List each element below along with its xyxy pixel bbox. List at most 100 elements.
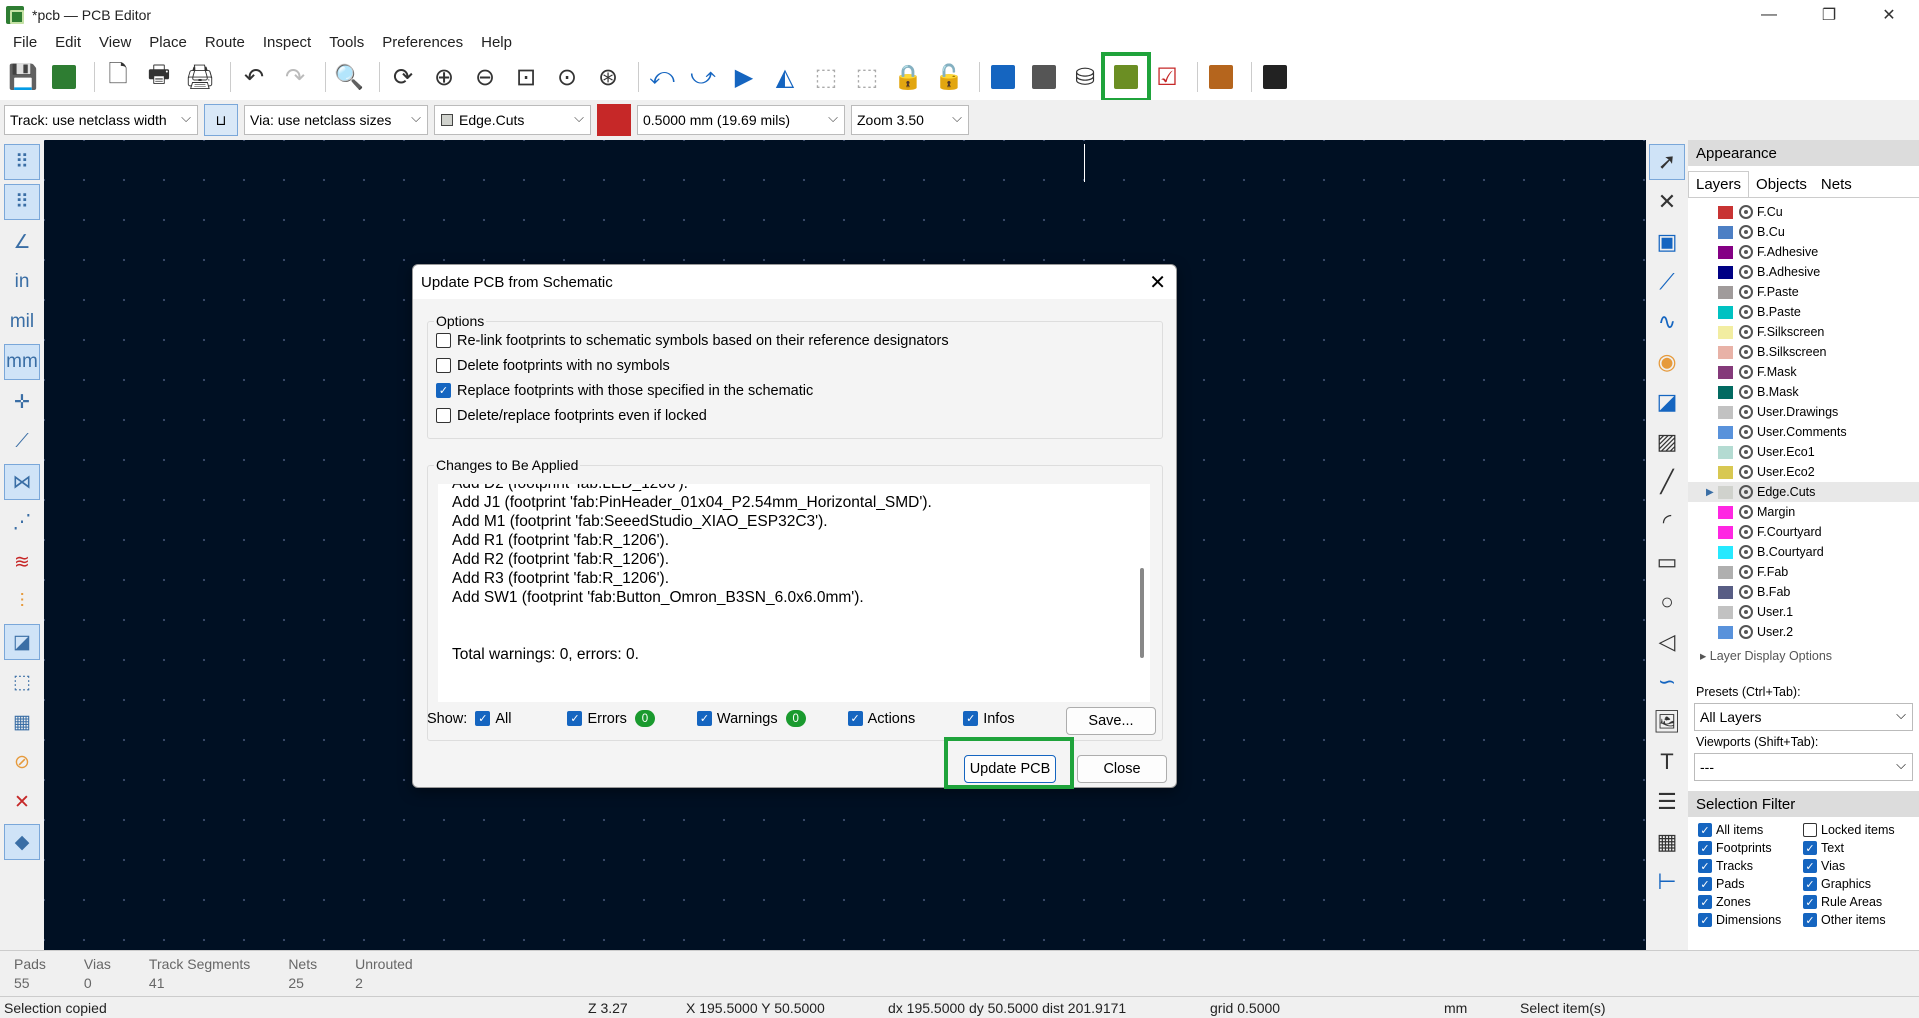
layer-color-swatch[interactable] xyxy=(1718,605,1733,619)
print-icon[interactable]: 🖶 xyxy=(142,60,176,94)
add-table-icon[interactable]: ▦ xyxy=(1649,824,1685,860)
eye-icon[interactable] xyxy=(1739,545,1753,559)
eye-icon[interactable] xyxy=(1739,445,1753,459)
layer-color-swatch[interactable] xyxy=(1718,345,1733,359)
add-textbox-icon[interactable]: ☰ xyxy=(1649,784,1685,820)
layer-row[interactable]: F.Courtyard xyxy=(1688,522,1919,542)
filter-checkbox[interactable]: ✓ xyxy=(1803,859,1817,873)
high-contrast-icon[interactable]: ✕ xyxy=(4,784,40,820)
eye-icon[interactable] xyxy=(1739,585,1753,599)
group-icon[interactable]: ⬚ xyxy=(809,60,843,94)
footprint-browser-icon[interactable] xyxy=(1027,60,1061,94)
eye-icon[interactable] xyxy=(1739,525,1753,539)
units-mm-button[interactable]: mm xyxy=(4,344,40,380)
add-zone-icon[interactable]: ◪ xyxy=(1649,384,1685,420)
layer-row[interactable]: B.Fab xyxy=(1688,582,1919,602)
selection-filter-item[interactable]: ✓ Footprints xyxy=(1698,841,1803,855)
layer-color-swatch[interactable] xyxy=(1718,585,1733,599)
auto-track-width-icon[interactable]: ⊔ xyxy=(204,104,238,136)
find-icon[interactable]: 🔍 xyxy=(332,60,366,94)
layer-row[interactable]: User.Drawings xyxy=(1688,402,1919,422)
menu-place[interactable]: Place xyxy=(140,34,196,51)
menu-file[interactable]: File xyxy=(4,34,46,51)
angle-snap-icon[interactable]: ⟋ xyxy=(4,424,40,460)
draw-rectangle-icon[interactable]: ▭ xyxy=(1649,544,1685,580)
selection-filter-item[interactable]: ✓ Zones xyxy=(1698,895,1803,909)
tracks-outline-icon[interactable]: ≋ xyxy=(4,544,40,580)
dialog-option[interactable]: Re-link footprints to schematic symbols … xyxy=(428,328,1162,353)
rotate-cw-icon[interactable]: ⤻ xyxy=(686,60,720,94)
lock-icon[interactable]: 🔒 xyxy=(891,60,925,94)
eye-icon[interactable] xyxy=(1739,465,1753,479)
grid-icon[interactable]: ⠿ xyxy=(4,144,40,180)
footprint-editor-icon[interactable] xyxy=(986,60,1020,94)
draw-circle-icon[interactable]: ○ xyxy=(1649,584,1685,620)
rule-area-icon[interactable]: ▨ xyxy=(1649,424,1685,460)
via-size-select[interactable]: Via: use netclass sizes xyxy=(244,105,428,135)
plot-icon[interactable]: 🖨 xyxy=(183,60,217,94)
layer-row[interactable]: B.Courtyard xyxy=(1688,542,1919,562)
presets-select[interactable]: All Layers xyxy=(1694,703,1913,731)
undo-icon[interactable]: ↶ xyxy=(237,60,271,94)
units-inch-button[interactable]: in xyxy=(4,264,40,300)
selection-filter-item[interactable]: Locked items xyxy=(1803,823,1908,837)
selection-filter-item[interactable]: ✓ Tracks xyxy=(1698,859,1803,873)
curved-ratsnest-icon[interactable]: ⋰ xyxy=(4,504,40,540)
menu-preferences[interactable]: Preferences xyxy=(373,34,472,51)
selection-filter-item[interactable]: ✓ Rule Areas xyxy=(1803,895,1908,909)
filter-checkbox[interactable]: ✓ xyxy=(1803,895,1817,909)
layer-row[interactable]: User.2 xyxy=(1688,622,1919,642)
layer-color-swatch[interactable] xyxy=(1718,225,1733,239)
grid-width-select[interactable]: 0.5000 mm (19.69 mils) xyxy=(637,105,845,135)
close-window-button[interactable]: ✕ xyxy=(1859,0,1919,30)
page-settings-icon[interactable]: 🗋 xyxy=(101,60,135,94)
layer-color-swatch[interactable] xyxy=(1718,425,1733,439)
draw-bezier-icon[interactable]: ∽ xyxy=(1649,664,1685,700)
selection-filter-item[interactable]: ✓ Pads xyxy=(1698,877,1803,891)
add-footprint-icon[interactable]: ▣ xyxy=(1649,224,1685,260)
eye-icon[interactable] xyxy=(1739,265,1753,279)
eye-icon[interactable] xyxy=(1739,345,1753,359)
save-report-button[interactable]: Save... xyxy=(1066,707,1156,735)
scripting-console-icon[interactable] xyxy=(1258,60,1292,94)
appearance-panel-icon[interactable]: ◆ xyxy=(4,824,40,860)
eye-icon[interactable] xyxy=(1739,365,1753,379)
redo-icon[interactable]: ↷ xyxy=(278,60,312,94)
add-image-icon[interactable]: 🖼 xyxy=(1649,704,1685,740)
dialog-close-icon[interactable]: ✕ xyxy=(1149,270,1166,295)
zoom-objects-icon[interactable]: ⊙ xyxy=(550,60,584,94)
selection-filter-item[interactable]: ✓ All items xyxy=(1698,823,1803,837)
zoom-in-icon[interactable]: ⊕ xyxy=(427,60,461,94)
layer-color-swatch[interactable] xyxy=(1718,545,1733,559)
layer-color-swatch[interactable] xyxy=(1718,305,1733,319)
eye-icon[interactable] xyxy=(1739,385,1753,399)
layer-row[interactable]: F.Mask xyxy=(1688,362,1919,382)
layer-color-swatch[interactable] xyxy=(1718,245,1733,259)
add-via-icon[interactable]: ◉ xyxy=(1649,344,1685,380)
filter-checkbox[interactable]: ✓ xyxy=(1698,823,1712,837)
layer-color-swatch[interactable] xyxy=(1718,385,1733,399)
layer-row[interactable]: F.Adhesive xyxy=(1688,242,1919,262)
layer-row[interactable]: User.Comments xyxy=(1688,422,1919,442)
menu-view[interactable]: View xyxy=(90,34,140,51)
selection-filter-item[interactable]: ✓ Vias xyxy=(1803,859,1908,873)
save-icon[interactable]: 💾 xyxy=(6,60,40,94)
menu-edit[interactable]: Edit xyxy=(46,34,90,51)
eye-icon[interactable] xyxy=(1739,485,1753,499)
layer-color-swatch[interactable] xyxy=(1718,405,1733,419)
layer-row[interactable]: B.Paste xyxy=(1688,302,1919,322)
option-checkbox[interactable] xyxy=(436,333,451,348)
layer-color-swatch[interactable] xyxy=(1718,625,1733,639)
layer-row[interactable]: User.Eco2 xyxy=(1688,462,1919,482)
selection-filter-item[interactable]: ✓ Graphics xyxy=(1803,877,1908,891)
track-width-select[interactable]: Track: use netclass width xyxy=(4,105,198,135)
zoom-fit-icon[interactable]: ⊡ xyxy=(509,60,543,94)
dialog-option[interactable]: Delete/replace footprints even if locked xyxy=(428,403,1162,428)
board-setup-icon[interactable] xyxy=(47,60,81,94)
zoom-selection-icon[interactable]: ⊛ xyxy=(591,60,625,94)
dialog-option[interactable]: ✓ Replace footprints with those specified… xyxy=(428,378,1162,403)
eye-icon[interactable] xyxy=(1739,605,1753,619)
minimize-button[interactable]: — xyxy=(1739,0,1799,30)
selection-filter-item[interactable]: ✓ Dimensions xyxy=(1698,913,1803,927)
switch-to-schematic-icon[interactable] xyxy=(1204,60,1238,94)
